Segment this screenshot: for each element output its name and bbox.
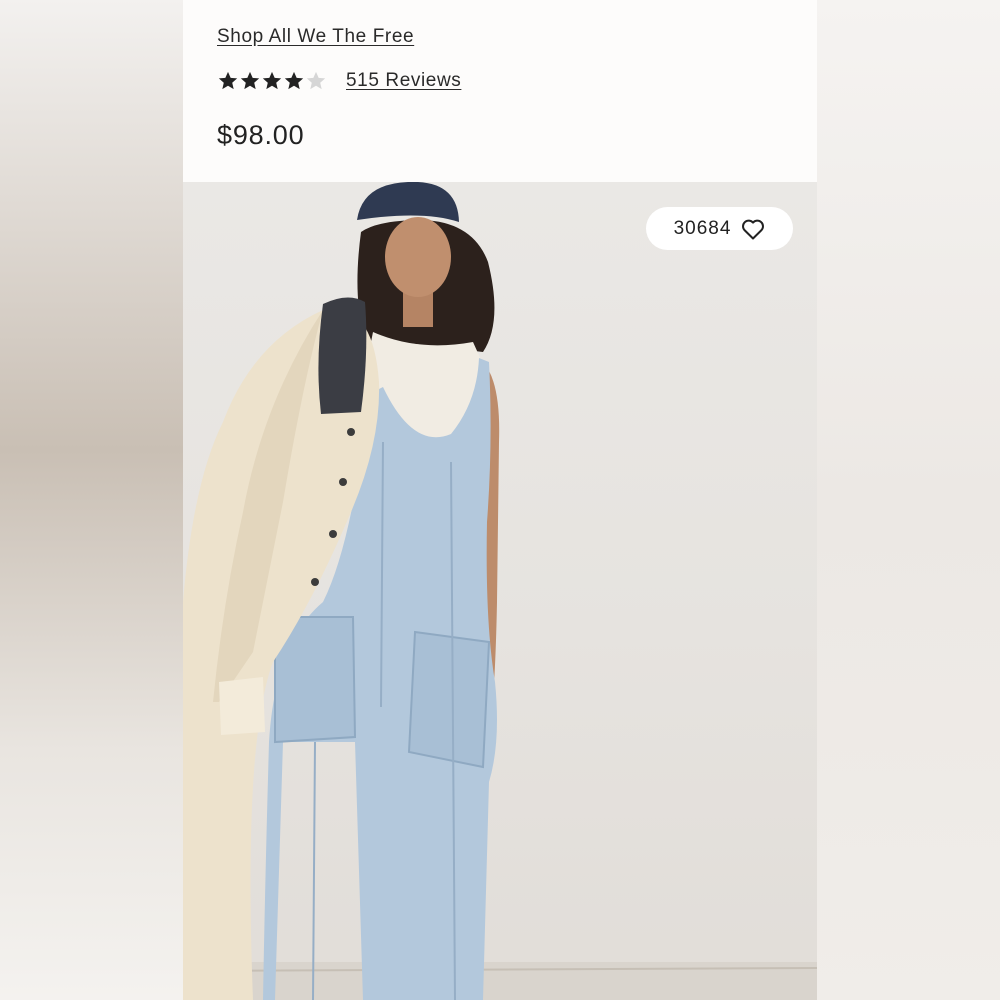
rating-row: 515 Reviews (217, 70, 461, 92)
star-filled-icon (218, 71, 238, 90)
favorite-button[interactable]: 30684 (646, 207, 793, 250)
star-rating[interactable] (217, 70, 327, 92)
product-page: Shop All We The Free 515 Reviews $98.00 (183, 0, 817, 1000)
star-empty-icon (306, 71, 326, 90)
star-filled-icon (262, 71, 282, 90)
background-right-blur (816, 0, 1000, 1000)
product-price: $98.00 (217, 120, 305, 150)
heart-outline-icon (742, 219, 765, 239)
reviews-link[interactable]: 515 Reviews (346, 70, 461, 92)
product-image[interactable]: 30684 (183, 182, 817, 1000)
star-filled-icon (240, 71, 260, 90)
shop-all-link[interactable]: Shop All We The Free (217, 26, 414, 48)
product-info: Shop All We The Free 515 Reviews $98.00 (183, 0, 817, 182)
model-photo (183, 182, 817, 1000)
background-left-blur (0, 0, 183, 1000)
favorite-count: 30684 (673, 217, 732, 239)
star-filled-icon (284, 71, 304, 90)
